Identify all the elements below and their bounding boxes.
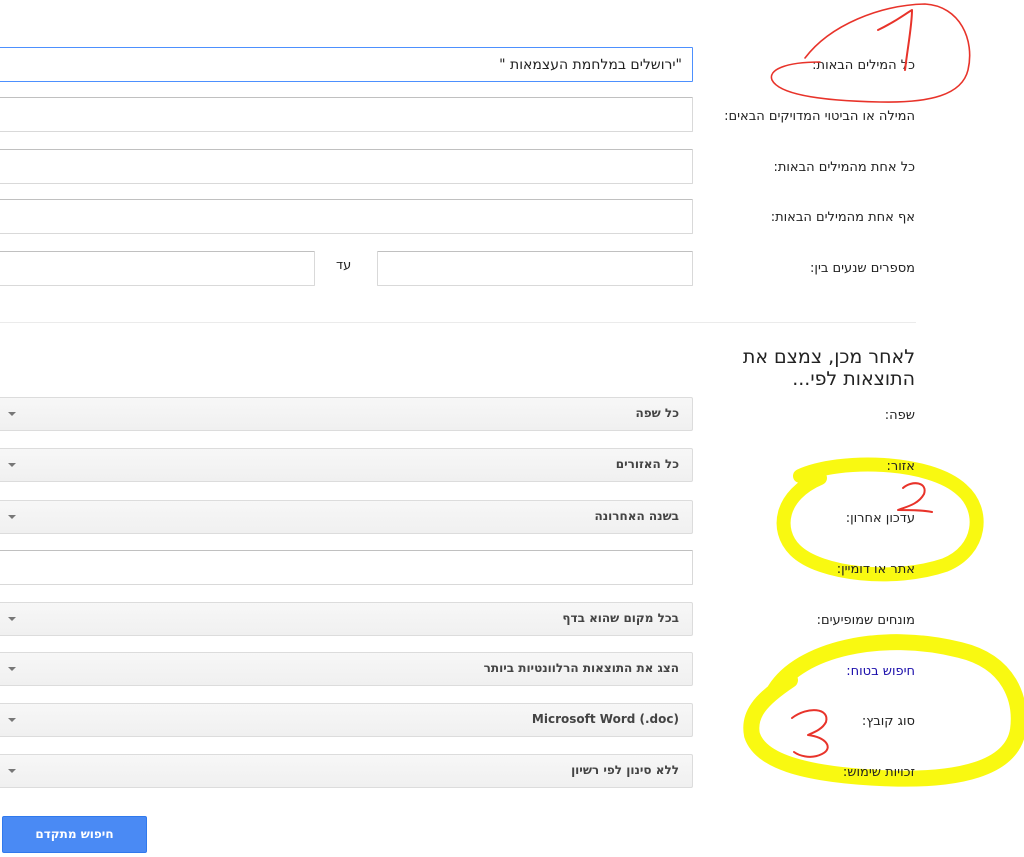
dropdown-arrow-icon [8, 718, 16, 722]
dropdown-arrow-icon [8, 667, 16, 671]
dropdown-arrow-icon [8, 412, 16, 416]
any-words-input[interactable] [0, 149, 693, 184]
site-domain-input[interactable] [0, 550, 693, 585]
region-select[interactable]: כל האזורים [0, 448, 693, 482]
advanced-search-button[interactable]: חיפוש מתקדם [2, 816, 147, 853]
dropdown-arrow-icon [8, 617, 16, 621]
numbers-range-to-input[interactable] [0, 251, 315, 286]
file-type-selected-value: Microsoft Word (.doc) [531, 712, 679, 726]
section-divider [0, 322, 916, 323]
usage-rights-select[interactable]: ללא סינון לפי רשיון [0, 754, 693, 788]
dropdown-arrow-icon [8, 463, 16, 467]
safesearch-selected-value: הצג את התוצאות הרלוונטיות ביותר [483, 661, 679, 675]
numbers-range-to-label: עד [336, 258, 352, 273]
language-select[interactable]: כל שפה [0, 397, 693, 431]
dropdown-arrow-icon [8, 769, 16, 773]
none-words-input[interactable] [0, 199, 693, 234]
file-type-select[interactable]: Microsoft Word (.doc) [0, 703, 693, 737]
last-update-selected-value: בשנה האחרונה [594, 509, 679, 523]
region-selected-value: כל האזורים [615, 457, 679, 471]
language-selected-value: כל שפה [635, 406, 679, 420]
narrow-results-heading: לאחר מכן, צמצם את התוצאות לפי... [742, 346, 915, 390]
numbers-range-from-input[interactable] [377, 251, 693, 286]
last-update-select[interactable]: בשנה האחרונה [0, 500, 693, 534]
terms-appearing-selected-value: בכל מקום שהוא בדף [562, 611, 679, 625]
usage-rights-selected-value: ללא סינון לפי רשיון [571, 763, 679, 777]
all-words-input[interactable] [0, 47, 693, 82]
dropdown-arrow-icon [8, 515, 16, 519]
exact-phrase-input[interactable] [0, 97, 693, 132]
terms-appearing-select[interactable]: בכל מקום שהוא בדף [0, 602, 693, 636]
safesearch-select[interactable]: הצג את התוצאות הרלוונטיות ביותר [0, 652, 693, 686]
